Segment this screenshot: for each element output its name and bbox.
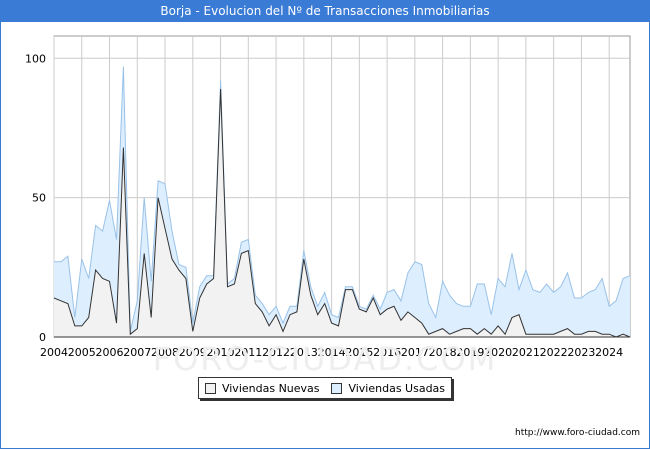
legend-label-nuevas: Viviendas Nuevas — [221, 381, 320, 395]
legend-swatch-nuevas — [204, 382, 216, 394]
legend-item-usadas: Viviendas Usadas — [331, 382, 445, 395]
legend-swatch-usadas — [331, 382, 343, 394]
legend-item-nuevas: Viviendas Nuevas — [204, 381, 320, 395]
source-url: http://www.foro-ciudad.com — [515, 428, 640, 438]
watermark: FORO-CIUDAD.COM — [152, 340, 498, 378]
y-tick-label-100: 100 — [25, 52, 46, 65]
legend-label-usadas: Viviendas Usadas — [348, 381, 446, 395]
y-tick-label-50: 50 — [32, 192, 46, 205]
chart-page: Borja - Evolucion del Nº de Transaccione… — [0, 0, 650, 450]
legend: Viviendas Nuevas Viviendas Usadas — [198, 377, 452, 399]
